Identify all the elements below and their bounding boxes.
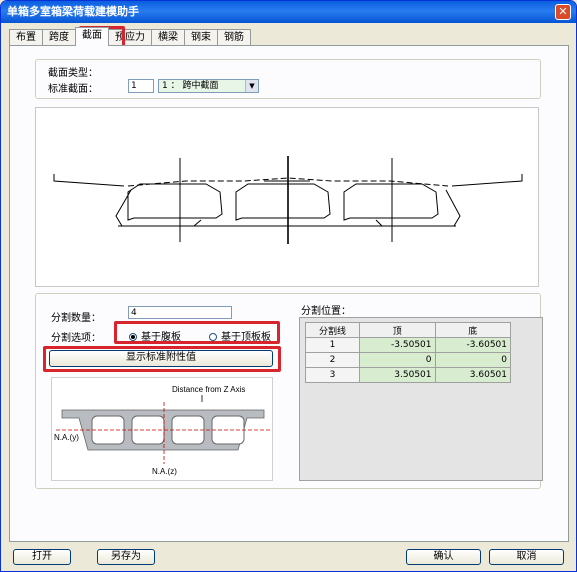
close-button[interactable]: ✕ bbox=[555, 4, 571, 20]
tab-rebar[interactable]: 钢筋 bbox=[217, 29, 251, 46]
row-index: 1 bbox=[304, 337, 361, 353]
top-value[interactable]: -3.50501 bbox=[359, 337, 436, 353]
tab-crossbeam[interactable]: 横梁 bbox=[151, 29, 185, 46]
left-cantilever bbox=[53, 174, 125, 187]
tab-layout[interactable]: 布置 bbox=[9, 29, 43, 46]
tab-span[interactable]: 跨度 bbox=[42, 29, 76, 46]
standard-section-label: 标准截面： bbox=[48, 84, 98, 95]
table-row[interactable]: 3 3.50501 3.60501 bbox=[304, 367, 512, 383]
results-title: 分割位置： bbox=[301, 306, 351, 317]
tab-strip: 布置 跨度 截面 预应力 横梁 钢束 钢筋 bbox=[9, 27, 251, 46]
bottom-value[interactable]: 0 bbox=[434, 352, 512, 368]
tab-section[interactable]: 截面 bbox=[75, 27, 109, 46]
thumbnail-svg: Distance from Z Axis N.A.(y) N.A.(z) bbox=[54, 385, 270, 476]
bottom-value[interactable]: 3.60501 bbox=[434, 367, 512, 383]
ok-button[interactable]: 确认 bbox=[406, 549, 481, 565]
box-girder-section-svg bbox=[53, 156, 523, 244]
window-title: 单箱多室箱梁荷载建模助手 bbox=[7, 5, 139, 18]
close-icon: ✕ bbox=[558, 5, 568, 18]
open-button[interactable]: 打开 bbox=[13, 549, 71, 565]
section-drawing bbox=[35, 107, 539, 287]
section-type-label: 截面类型： bbox=[48, 68, 98, 79]
title-bar: 单箱多室箱梁荷载建模助手 ✕ bbox=[1, 1, 576, 23]
cell-2 bbox=[235, 183, 331, 221]
na-z-label: N.A.(z) bbox=[152, 467, 177, 476]
section-thumbnail: Distance from Z Axis N.A.(y) N.A.(z) bbox=[51, 377, 273, 481]
save-as-button[interactable]: 另存为 bbox=[97, 549, 155, 565]
standard-section-value: 1 ： 跨中截面 bbox=[162, 81, 219, 91]
bottom-value[interactable]: -3.60501 bbox=[434, 337, 512, 353]
col-header-top: 顶 bbox=[359, 322, 436, 338]
table-row[interactable]: 1 -3.50501 -3.60501 bbox=[304, 337, 512, 353]
col-header-bottom: 底 bbox=[434, 322, 512, 338]
chevron-down-icon[interactable]: ▼ bbox=[245, 80, 258, 92]
button-highlight bbox=[43, 346, 281, 372]
cancel-button[interactable]: 取消 bbox=[489, 549, 564, 565]
cell-3 bbox=[343, 183, 439, 221]
tab-tendon[interactable]: 钢束 bbox=[184, 29, 218, 46]
row-index: 2 bbox=[304, 352, 361, 368]
col-header-line: 分割线 bbox=[304, 322, 361, 338]
option-highlight bbox=[114, 321, 280, 344]
right-cantilever bbox=[451, 174, 523, 187]
standard-section-select[interactable]: 1 ： 跨中截面 ▼ bbox=[158, 79, 259, 93]
cell-left-outline bbox=[115, 189, 202, 227]
section-index-field[interactable]: 1 bbox=[128, 79, 154, 93]
na-y-label: N.A.(y) bbox=[54, 433, 79, 442]
distance-label: Distance from Z Axis bbox=[172, 385, 245, 394]
table-row[interactable]: 2 0 0 bbox=[304, 352, 512, 368]
top-value[interactable]: 3.50501 bbox=[359, 367, 436, 383]
division-count-field[interactable]: 4 bbox=[128, 306, 232, 319]
division-option-label: 分割选项： bbox=[51, 333, 101, 344]
section-group bbox=[35, 59, 541, 99]
cell-1 bbox=[127, 183, 223, 221]
division-count-label: 分割数量： bbox=[51, 313, 101, 324]
top-value[interactable]: 0 bbox=[359, 352, 436, 368]
cell-right-outline bbox=[375, 189, 461, 227]
dialog-window: 单箱多室箱梁荷载建模助手 ✕ 布置 跨度 截面 预应力 横梁 钢束 钢筋 截面类… bbox=[0, 0, 577, 572]
division-results-table[interactable]: 分割线 顶 底 1 -3.50501 -3.60501 2 0 0 3 3.50… bbox=[304, 322, 512, 383]
row-index: 3 bbox=[304, 367, 361, 383]
